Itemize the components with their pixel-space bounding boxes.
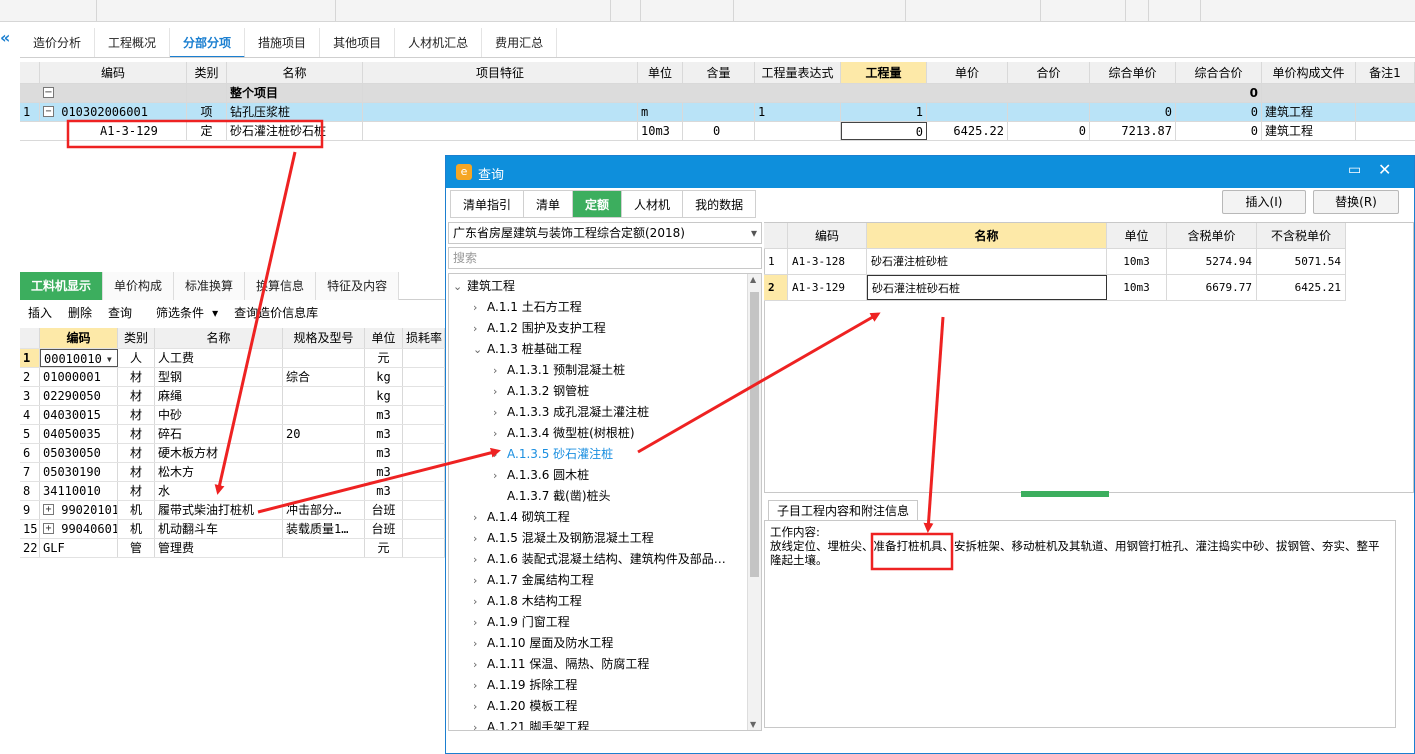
annotation-arrow — [214, 151, 297, 495]
highlight-box-info — [870, 532, 954, 571]
annotation-arrow — [257, 447, 501, 514]
annotation-arrow — [637, 312, 881, 454]
annotation-arrow — [923, 316, 945, 533]
highlight-box-code — [66, 119, 324, 149]
annotation-overlay — [66, 119, 954, 571]
